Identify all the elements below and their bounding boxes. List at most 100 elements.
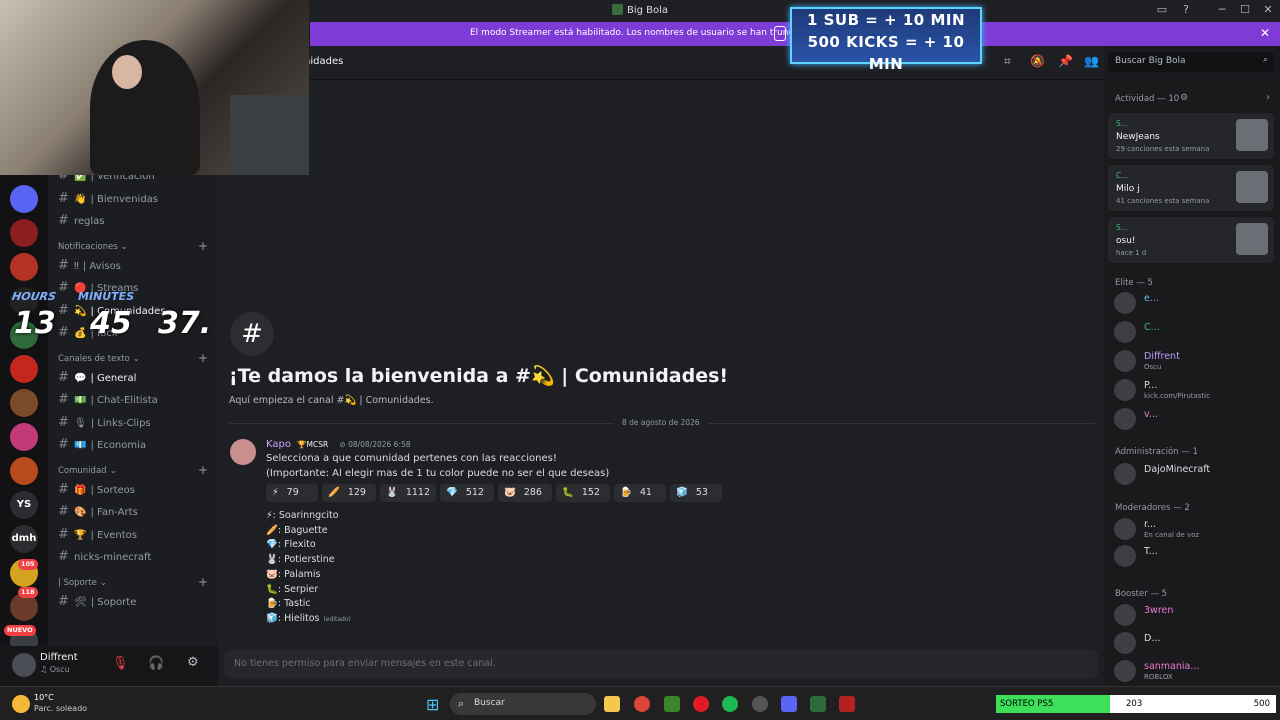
taskbar-search[interactable]: ⌕ Buscar	[450, 693, 596, 715]
channel-category[interactable]: | Soporte ⌄	[58, 578, 107, 588]
member-item[interactable]: e...	[1114, 290, 1274, 318]
banner-close-icon[interactable]: ✕	[1260, 26, 1270, 40]
add-channel-icon[interactable]: +	[198, 351, 208, 365]
channel-item[interactable]: # ‼ | Avisos	[58, 256, 213, 276]
opera-icon[interactable]	[693, 696, 709, 712]
member-item[interactable]: 3wren	[1114, 602, 1274, 630]
channel-emoji-icon: 🎙	[74, 417, 87, 429]
inbox-icon[interactable]: ▭	[1152, 3, 1172, 16]
channel-item[interactable]: # nicks-minecraft	[58, 547, 213, 567]
app-icon[interactable]	[839, 696, 855, 712]
member-item[interactable]: r... En canal de voz	[1114, 516, 1274, 544]
reaction-chip[interactable]: 💎 512	[440, 484, 494, 502]
app-icon[interactable]	[810, 696, 826, 712]
mute-icon[interactable]: 🔕	[1030, 54, 1045, 68]
reaction-chip[interactable]: 🐛 152	[556, 484, 610, 502]
channel-label: nicks-minecraft	[74, 552, 152, 563]
member-item[interactable]: Diffrent Oscu	[1114, 348, 1274, 376]
channel-item[interactable]: # 💵 | Chat-Elitista	[58, 390, 213, 410]
avatar	[1114, 379, 1136, 401]
maximize-button[interactable]: ☐	[1235, 3, 1255, 16]
channel-item[interactable]: # 👋 | Bienvenidas	[58, 189, 213, 209]
channel-item[interactable]: # 🎁 | Sorteos	[58, 480, 213, 500]
channel-emoji-icon: 👋	[74, 193, 87, 205]
channel-emoji-icon: 🛠	[74, 596, 87, 608]
minecraft-icon[interactable]	[664, 696, 680, 712]
channel-item[interactable]: # 💬 | General	[58, 368, 213, 388]
member-section-header: Moderadores — 2	[1115, 503, 1190, 513]
avatar[interactable]	[230, 439, 256, 465]
avatar[interactable]	[12, 653, 36, 677]
reaction-chip[interactable]: 🐰 1112	[380, 484, 436, 502]
channel-item[interactable]: # 🎨 | Fan-Arts	[58, 502, 213, 522]
banner-action-button[interactable]	[774, 26, 786, 41]
weather-icon[interactable]	[12, 695, 30, 713]
members-icon[interactable]: 👥	[1084, 54, 1099, 68]
channel-item[interactable]: # 🎙 | Links-Clips	[58, 413, 213, 433]
headphones-icon[interactable]: 🎧	[148, 656, 164, 671]
user-name[interactable]: Diffrent	[40, 652, 78, 663]
member-item[interactable]: P... kick.com/Pirutastic	[1114, 377, 1274, 405]
server-icon[interactable]	[10, 457, 38, 485]
pin-icon[interactable]: 📌	[1058, 54, 1073, 68]
minimize-button[interactable]: ─	[1212, 3, 1232, 16]
message-author[interactable]: Kapo	[266, 439, 291, 450]
help-icon[interactable]: ?	[1176, 3, 1196, 16]
member-item[interactable]: T...	[1114, 543, 1274, 571]
overlay-line: 1 SUB = + 10 MIN	[806, 11, 966, 29]
gear-icon[interactable]: ⚙	[187, 655, 199, 670]
reaction-count: 129	[347, 487, 366, 498]
activity-card[interactable]: S... NewJeans 29 canciones esta semana	[1108, 113, 1274, 159]
channel-label: | Avisos	[82, 260, 121, 272]
threads-icon[interactable]: ⌗	[1004, 54, 1011, 69]
search-input[interactable]: Buscar Big Bola ⌕	[1108, 52, 1274, 72]
channel-category[interactable]: Notificaciones ⌄	[58, 242, 128, 252]
spotify-icon[interactable]	[722, 696, 738, 712]
server-icon[interactable]	[10, 389, 38, 417]
activity-card[interactable]: C... Milo j 41 canciones esta semana	[1108, 165, 1274, 211]
close-window-button[interactable]: ✕	[1258, 3, 1278, 16]
channel-item[interactable]: # 🛠 | Soporte	[58, 592, 213, 612]
server-icon[interactable]	[10, 185, 38, 213]
channel-category[interactable]: Comunidad ⌄	[58, 466, 117, 476]
community-name: : Tastic	[277, 598, 311, 610]
member-item[interactable]: C...	[1114, 319, 1274, 347]
chrome-icon[interactable]	[634, 696, 650, 712]
add-channel-icon[interactable]: +	[198, 239, 208, 253]
server-icon[interactable]	[10, 355, 38, 383]
steam-icon[interactable]	[752, 696, 768, 712]
server-icon[interactable]	[10, 423, 38, 451]
reaction-chip[interactable]: 🍺 41	[614, 484, 666, 502]
chevron-right-icon[interactable]: ›	[1266, 92, 1270, 103]
server-icon[interactable]: YS	[10, 491, 38, 519]
channel-category[interactable]: Canales de texto ⌄	[58, 354, 140, 364]
server-icon[interactable]	[10, 219, 38, 247]
avatar	[1114, 408, 1136, 430]
channel-emoji-icon: 💵	[74, 395, 87, 406]
server-icon[interactable]: dmh	[10, 525, 38, 553]
add-channel-icon[interactable]: +	[198, 575, 208, 589]
reaction-chip[interactable]: 🥖 129	[322, 484, 376, 502]
reaction-chip[interactable]: 🧊 53	[670, 484, 722, 502]
gear-icon[interactable]: ⚙	[1180, 93, 1188, 103]
member-item[interactable]: v...	[1114, 406, 1274, 434]
server-icon[interactable]	[10, 253, 38, 281]
reaction-emoji: 💎	[446, 487, 458, 498]
discord-icon[interactable]	[781, 696, 797, 712]
channel-item[interactable]: # 💶 | Economia	[58, 435, 213, 455]
search-icon: ⌕	[1262, 55, 1268, 65]
member-item[interactable]: D...	[1114, 630, 1274, 658]
reaction-chip[interactable]: 🐷 286	[498, 484, 552, 502]
channel-item[interactable]: # reglas	[58, 211, 213, 231]
start-icon[interactable]: ⊞	[426, 695, 439, 714]
member-item[interactable]: sanmania... ROBLOX	[1114, 658, 1274, 686]
activity-card[interactable]: S... osu! hace 1 d	[1108, 217, 1274, 263]
channel-item[interactable]: # 🏆 | Eventos	[58, 525, 213, 545]
reaction-chip[interactable]: ⚡ 79	[266, 484, 318, 502]
channel-label: reglas	[74, 216, 105, 227]
mic-muted-icon[interactable]: 🎙	[112, 656, 129, 671]
member-item[interactable]: DajoMinecraft	[1114, 461, 1274, 489]
file-explorer-icon[interactable]	[604, 696, 620, 712]
add-channel-icon[interactable]: +	[198, 463, 208, 477]
channel-emoji-icon: 🎨	[74, 507, 87, 518]
